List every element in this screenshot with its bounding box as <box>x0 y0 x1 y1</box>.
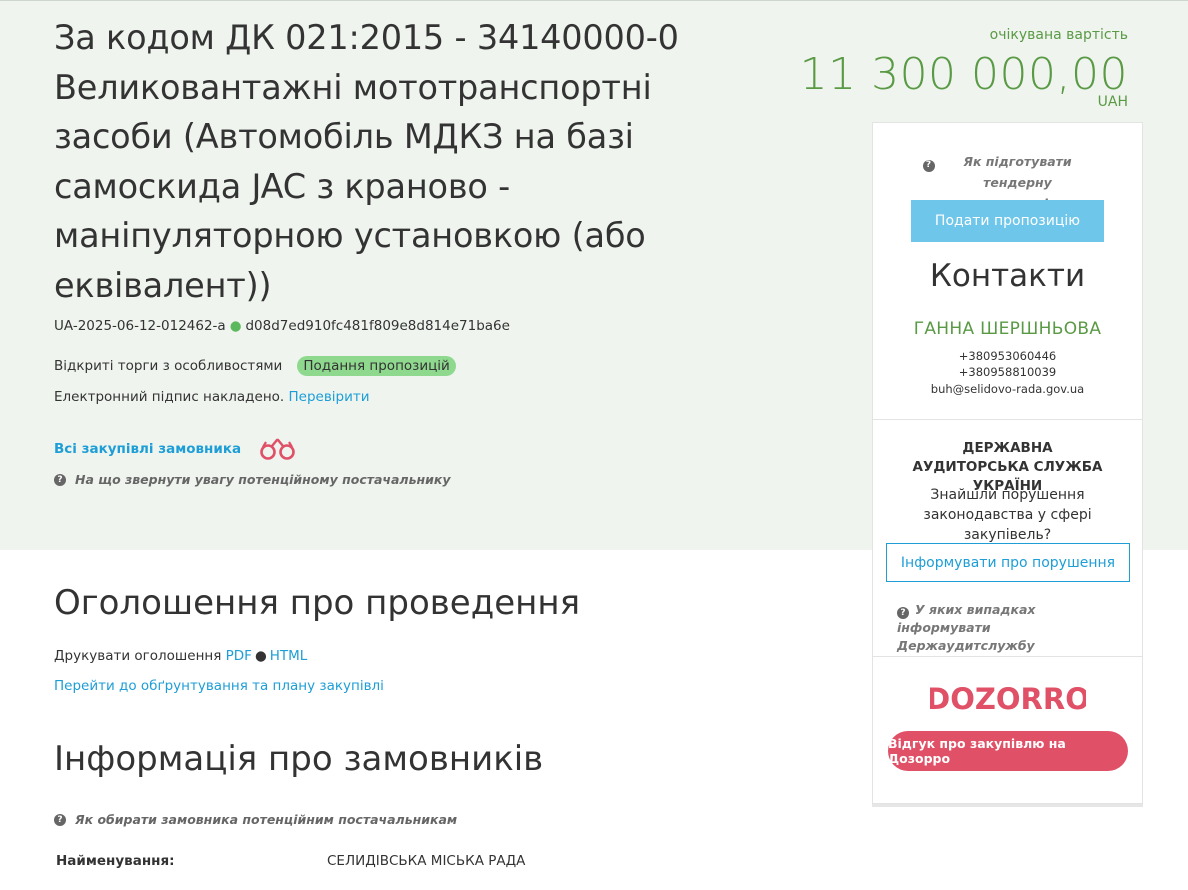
binoculars-icon[interactable] <box>257 437 301 461</box>
audit-service-question: Знайшли порушення законодавства у сфері … <box>923 487 1092 543</box>
tender-id: UA-2025-06-12-012462-a <box>54 318 226 334</box>
signature-text: Електронний підпис накладено. <box>54 389 285 405</box>
supplier-help-line[interactable]: ? На що звернути увагу потенційному пост… <box>54 472 451 487</box>
submit-proposal-button[interactable]: Подати пропозицію <box>911 200 1104 242</box>
tender-id-line: UA-2025-06-12-012462-a ● d08d7ed910fc481f8… <box>54 318 510 334</box>
customer-help-text: Як обирати замовника потенційним постача… <box>75 812 458 827</box>
procurement-plan-link[interactable]: Перейти до обґрунтування та плану закупі… <box>54 678 384 694</box>
audit-help-text: У яких випадках інформувати Держаудитслу… <box>897 602 1036 653</box>
question-icon: ? <box>897 607 909 619</box>
question-icon: ? <box>922 159 935 172</box>
divider <box>873 656 1142 657</box>
procedure-type: Відкриті торги з особливостями <box>54 358 283 374</box>
print-html-link[interactable]: HTML <box>270 648 308 664</box>
customer-help-link[interactable]: ? Як обирати замовника потенційним поста… <box>54 812 457 827</box>
question-icon: ? <box>54 813 66 826</box>
dozorro-feedback-button[interactable]: Відгук про закупівлю на Дозорро <box>888 731 1128 771</box>
tender-hash: d08d7ed910fc481f809e8d814e71ba6e <box>245 318 510 334</box>
question-icon: ? <box>54 473 66 486</box>
customers-title: Інформація про замовників <box>54 739 544 779</box>
sidebar: ?Як підготувати тендерну пропозицію Пода… <box>872 122 1143 804</box>
supplier-help-text: На що звернути увагу потенційному постач… <box>75 472 451 487</box>
print-text: Друкувати оголошення <box>54 648 222 664</box>
currency: UAH <box>1097 94 1128 110</box>
all-purchases-row: Всі закупівлі замовника <box>54 437 301 461</box>
dozorro-logo[interactable]: DOZORRO <box>873 678 1142 716</box>
audit-help-link[interactable]: ? У яких випадках інформувати Держаудитсл… <box>897 601 1127 655</box>
expected-value-label: очікувана вартість <box>989 27 1128 43</box>
separator-dot: ● <box>254 648 267 664</box>
all-purchases-link[interactable]: Всі закупівлі замовника <box>54 441 241 457</box>
report-violation-button[interactable]: Інформувати про порушення <box>886 543 1130 582</box>
divider <box>873 419 1142 420</box>
dozorro-logo-icon: DOZORRO <box>930 682 1086 715</box>
contact-name: ГАННА ШЕРШНЬОВА <box>913 319 1102 339</box>
print-announcement-line: Друкувати оголошення PDF ● HTML <box>54 648 307 664</box>
contact-phone-2: +380958810039 <box>958 365 1057 379</box>
print-pdf-link[interactable]: PDF <box>226 648 252 664</box>
tender-title: За кодом ДК 021:2015 - 34140000-0 Велико… <box>54 18 679 305</box>
expected-value: 11 300 000,00 <box>799 49 1128 100</box>
announcement-title: Оголошення про проведення <box>54 583 581 623</box>
customer-name-value: СЕЛИДІВСЬКА МІСЬКА РАДА <box>327 853 526 869</box>
contact-phone-1: +380953060446 <box>958 349 1057 363</box>
verify-signature-link[interactable]: Перевірити <box>289 389 370 405</box>
procedure-line: Відкриті торги з особливостями Подання п… <box>54 356 456 376</box>
dozorro-logo-text: DOZORRO <box>930 682 1086 715</box>
contacts-title: Контакти <box>929 258 1086 294</box>
audit-service-text: Знайшли порушення законодавства у сфері … <box>873 485 1142 545</box>
contact-email: buh@selidovo-rada.gov.ua <box>930 382 1085 396</box>
separator-dot: ● <box>229 318 242 334</box>
customer-name-label: Найменування: <box>56 853 175 869</box>
signature-line: Електронний підпис накладено. Перевірити <box>54 389 370 405</box>
status-badge: Подання пропозицій <box>297 356 456 376</box>
